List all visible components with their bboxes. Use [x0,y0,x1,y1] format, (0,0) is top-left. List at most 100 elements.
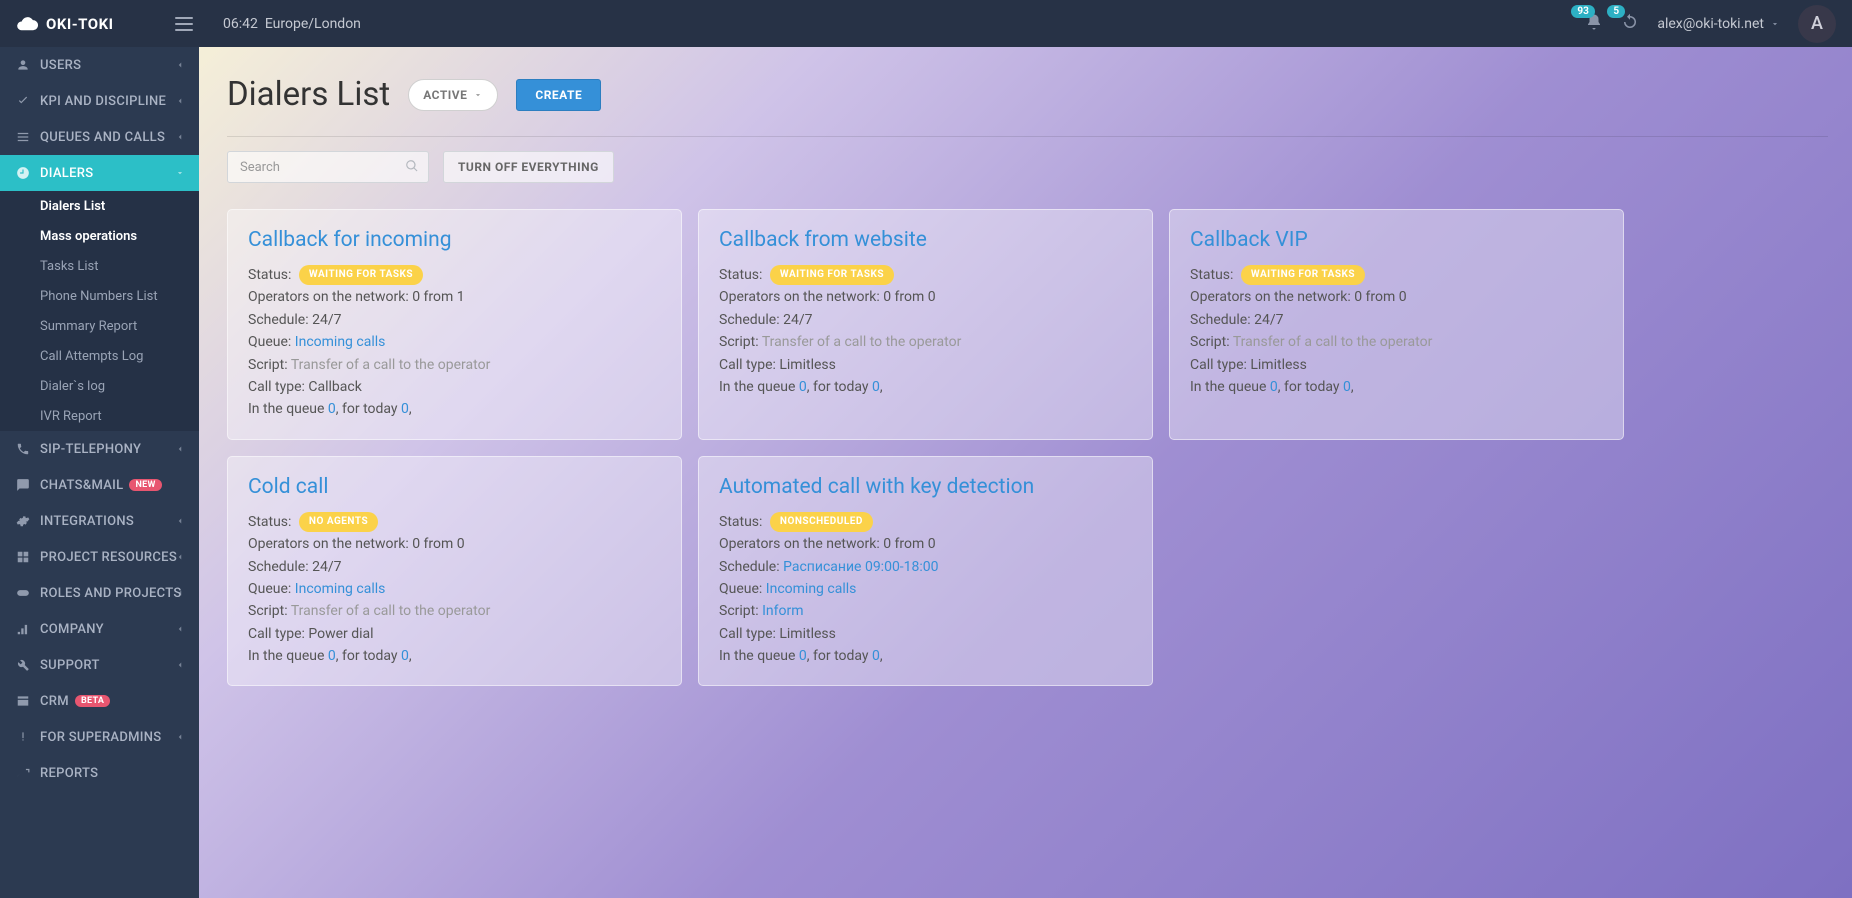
filter-label: ACTIVE [423,88,467,102]
clock-display: 06:42 Europe/London [223,16,361,32]
new-badge: NEW [129,479,161,491]
top-bar: OKI-TOKI 06:42 Europe/London 93 5 alex@o… [0,0,1852,47]
notifications-refresh[interactable]: 5 [1621,13,1639,35]
sidebar-item-chats[interactable]: CHATS&MAIL NEW [0,467,199,503]
sidebar-item-users[interactable]: USERS [0,47,199,83]
search-input[interactable] [227,151,429,183]
sidebar-item-sip[interactable]: SIP-TELEPHONY [0,431,199,467]
time-value: 06:42 [223,16,258,32]
in-queue-link[interactable]: 0 [799,648,807,664]
sidebar-item-label: INTEGRATIONS [40,514,134,529]
sub-item-mass-operations[interactable]: Mass operations [0,221,199,251]
refresh-icon [1621,13,1639,31]
card-operators: Operators on the network: 0 from 1 [248,286,661,308]
card-queue-counts: In the queue 0, for today 0, [1190,376,1603,398]
script-link[interactable]: Transfer of a call to the operator [1233,334,1432,350]
sidebar-item-support[interactable]: SUPPORT [0,647,199,683]
in-queue-link[interactable]: 0 [799,379,807,395]
card-call-type: Call type: Callback [248,376,661,398]
chevron-left-icon [175,552,185,562]
card-schedule: Schedule: 24/7 [1190,309,1603,331]
card-script: Script: Transfer of a call to the operat… [248,354,661,376]
for-today-link[interactable]: 0 [401,648,409,664]
card-schedule: Schedule: Расписание 09:00-18:00 [719,556,1132,578]
in-queue-link[interactable]: 0 [1270,379,1278,395]
card-queue: Queue: Incoming calls [248,331,661,353]
brand-logo[interactable]: OKI-TOKI [16,13,161,35]
sidebar-item-roles[interactable]: ROLES AND PROJECTS [0,575,199,611]
chevron-left-icon [175,96,185,106]
chat-icon [16,478,30,492]
filter-active-button[interactable]: ACTIVE [408,79,498,111]
card-title[interactable]: Automated call with key detection [719,475,1132,499]
trend-icon [16,766,30,780]
card-operators: Operators on the network: 0 from 0 [719,533,1132,555]
sidebar-item-resources[interactable]: PROJECT RESOURCES [0,539,199,575]
sidebar-item-company[interactable]: COMPANY [0,611,199,647]
chevron-left-icon [175,732,185,742]
sub-item-phone-numbers[interactable]: Phone Numbers List [0,281,199,311]
in-queue-link[interactable]: 0 [328,648,336,664]
avatar[interactable]: A [1798,5,1836,43]
queue-link[interactable]: Incoming calls [766,581,857,597]
script-link[interactable]: Transfer of a call to the operator [291,603,490,619]
chevron-left-icon [175,444,185,454]
chart-icon [16,622,30,636]
card-queue: Queue: Incoming calls [719,578,1132,600]
card-script: Script: Transfer of a call to the operat… [719,331,1132,353]
script-link[interactable]: Inform [762,603,803,619]
card-status: Status: NO AGENTS [248,511,661,533]
card-call-type: Call type: Limitless [719,354,1132,376]
sidebar-item-superadmins[interactable]: FOR SUPERADMINS [0,719,199,755]
card-call-type: Call type: Limitless [719,623,1132,645]
turn-off-button[interactable]: TURN OFF EVERYTHING [443,151,614,183]
script-link[interactable]: Transfer of a call to the operator [291,357,490,373]
sidebar-item-label: FOR SUPERADMINS [40,730,161,745]
sub-item-summary-report[interactable]: Summary Report [0,311,199,341]
for-today-link[interactable]: 0 [1343,379,1351,395]
phone-icon [16,442,30,456]
sidebar-item-kpi[interactable]: KPI AND DISCIPLINE [0,83,199,119]
card-title[interactable]: Callback for incoming [248,228,661,252]
user-menu[interactable]: alex@oki-toki.net [1657,16,1780,32]
sub-item-tasks-list[interactable]: Tasks List [0,251,199,281]
create-button[interactable]: CREATE [516,79,601,111]
card-schedule: Schedule: 24/7 [248,556,661,578]
script-link[interactable]: Transfer of a call to the operator [762,334,961,350]
sub-item-dialers-list[interactable]: Dialers List [0,191,199,221]
card-title[interactable]: Cold call [248,475,661,499]
for-today-link[interactable]: 0 [401,401,409,417]
card-queue: Queue: Incoming calls [248,578,661,600]
dialer-card: Callback for incoming Status: WAITING FO… [227,209,682,440]
card-title[interactable]: Callback from website [719,228,1132,252]
queue-link[interactable]: Incoming calls [295,334,386,350]
status-badge: WAITING FOR TASKS [299,265,423,285]
search-wrap [227,151,429,183]
main-content: Dialers List ACTIVE CREATE TURN OFF EVER… [199,47,1852,898]
menu-toggle-icon[interactable] [175,17,193,31]
queue-link[interactable]: Incoming calls [295,581,386,597]
sidebar-item-dialers[interactable]: DIALERS [0,155,199,191]
sidebar-item-crm[interactable]: CRM BETA [0,683,199,719]
notifications-bell[interactable]: 93 [1585,13,1603,35]
clock-icon [16,166,30,180]
sidebar-item-label: ROLES AND PROJECTS [40,586,182,601]
card-schedule: Schedule: 24/7 [248,309,661,331]
schedule-link[interactable]: Расписание 09:00-18:00 [783,559,938,575]
sidebar-item-integrations[interactable]: INTEGRATIONS [0,503,199,539]
chevron-left-icon [175,588,185,598]
card-status: Status: WAITING FOR TASKS [1190,264,1603,286]
sub-item-dialers-log[interactable]: Dialer`s log [0,371,199,401]
for-today-link[interactable]: 0 [872,648,880,664]
status-badge: NO AGENTS [299,512,378,532]
dialer-card: Cold call Status: NO AGENTS Operators on… [227,456,682,687]
sub-item-call-attempts[interactable]: Call Attempts Log [0,341,199,371]
warning-icon [16,730,30,744]
in-queue-link[interactable]: 0 [328,401,336,417]
card-script: Script: Transfer of a call to the operat… [1190,331,1603,353]
sub-item-ivr-report[interactable]: IVR Report [0,401,199,431]
card-title[interactable]: Callback VIP [1190,228,1603,252]
sidebar-item-queues[interactable]: QUEUES AND CALLS [0,119,199,155]
for-today-link[interactable]: 0 [872,379,880,395]
sidebar-item-reports[interactable]: REPORTS [0,755,199,791]
